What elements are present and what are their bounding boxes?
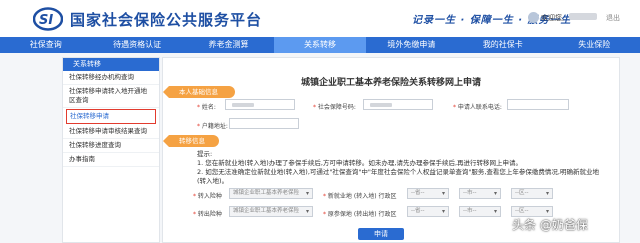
nav-social-security-query[interactable]: 社保查询 [0, 37, 91, 53]
name-field[interactable] [225, 99, 295, 110]
main-nav: 社保查询 待遇资格认证 养老金测算 关系转移 境外免缴申请 我的社保卡 失业保险 [0, 37, 640, 53]
nav-unemployment-insurance[interactable]: 失业保险 [549, 37, 640, 53]
sidebar-item-transfer-apply[interactable]: 社保转移申请 [66, 109, 156, 124]
phone-label: * 申请人联系电话: [453, 104, 502, 111]
sidebar-item-guide[interactable]: 办事指南 [63, 153, 159, 167]
submit-button[interactable]: 申请 [358, 228, 404, 240]
original-location-province-select[interactable]: --省-- ▾ [407, 206, 449, 217]
ss-number-field[interactable] [363, 99, 433, 110]
chevron-down-icon: ▾ [441, 190, 445, 197]
chevron-down-icon: ▾ [305, 190, 309, 197]
sidebar: 关系转移 社保转移经办机构查询 社保转移申请转入地开通地区查询 社保转移申请 社… [62, 57, 160, 243]
svg-text:SI: SI [39, 13, 53, 28]
welcome-text: 欢迎您, [541, 14, 565, 22]
section-transfer-info: 转移信息 [163, 135, 219, 147]
chevron-down-icon: ▾ [545, 208, 549, 215]
chevron-down-icon: ▾ [493, 190, 497, 197]
nav-overseas-exemption[interactable]: 境外免缴申请 [366, 37, 457, 53]
nav-relation-transfer[interactable]: 关系转移 [274, 37, 366, 53]
tips-box: 提示: 1. 您在新就业地(转入地)办理了参保手续后,方可申请转移。如未办理,请… [197, 150, 607, 186]
sidebar-item-agency-query[interactable]: 社保转移经办机构查询 [63, 71, 159, 85]
sidebar-item-review-result[interactable]: 社保转移申请审核结果查询 [63, 125, 159, 139]
section-personal-info: 本人基础信息 [163, 86, 235, 98]
original-location-label: * 原参保地 (转出地) 行政区 [323, 211, 397, 218]
nav-benefit-qualification[interactable]: 待遇资格认证 [91, 37, 182, 53]
site-header: SI 国家社会保险公共服务平台 记录一生 · 保障一生 · 服务一生 欢迎您, … [0, 0, 640, 37]
transfer-in-type-select[interactable]: 城镇企业职工基本养老保险 ▾ [229, 188, 313, 199]
site-title[interactable]: 国家社会保险公共服务平台 [70, 9, 262, 30]
transfer-out-type-select[interactable]: 城镇企业职工基本养老保险 ▾ [229, 206, 313, 217]
new-location-city-select[interactable]: --市-- ▾ [459, 188, 501, 199]
si-logo-icon: SI [33, 7, 63, 31]
chevron-down-icon: ▾ [305, 208, 309, 215]
page-root: SI 国家社会保险公共服务平台 记录一生 · 保障一生 · 服务一生 欢迎您, … [0, 0, 640, 243]
watermark-text: 头条 @奶爸保 [512, 218, 588, 232]
name-label: * 姓名: [197, 104, 216, 111]
tips-heading: 提示: [197, 150, 213, 158]
nav-my-social-card[interactable]: 我的社保卡 [457, 37, 548, 53]
new-location-district-select[interactable]: --区-- ▾ [511, 188, 553, 199]
sidebar-item-region-query[interactable]: 社保转移申请转入地开通地区查询 [63, 85, 159, 108]
household-address-label: * 户籍地址: [197, 123, 228, 130]
user-avatar-icon [528, 12, 539, 23]
transfer-out-type-label: * 转出险种 [193, 211, 222, 218]
logout-link[interactable]: 退出 [606, 13, 620, 23]
new-location-province-select[interactable]: --省-- ▾ [407, 188, 449, 199]
original-location-city-select[interactable]: --市-- ▾ [459, 206, 501, 217]
tips-line-2: 2. 如您无法准确定位新就业地(转入地),可通过"社保查询"中"年度社会保险个人… [197, 168, 599, 185]
chevron-down-icon: ▾ [493, 208, 497, 215]
phone-field[interactable] [507, 99, 569, 110]
household-address-field[interactable] [229, 118, 299, 129]
new-location-label: * 新就业地 (转入地) 行政区 [323, 193, 397, 200]
chevron-down-icon: ▾ [545, 190, 549, 197]
sidebar-heading: 关系转移 [63, 58, 159, 71]
ss-number-label: * 社会保障号码: [313, 104, 356, 111]
nav-pension-calculator[interactable]: 养老金测算 [183, 37, 274, 53]
chevron-down-icon: ▾ [441, 208, 445, 215]
sidebar-item-progress-query[interactable]: 社保转移进度查询 [63, 139, 159, 153]
transfer-in-type-label: * 转入险种 [193, 193, 222, 200]
username-redacted [569, 13, 597, 20]
tips-line-1: 1. 您在新就业地(转入地)办理了参保手续后,方可申请转移。如未办理,请先办理参… [197, 159, 523, 167]
